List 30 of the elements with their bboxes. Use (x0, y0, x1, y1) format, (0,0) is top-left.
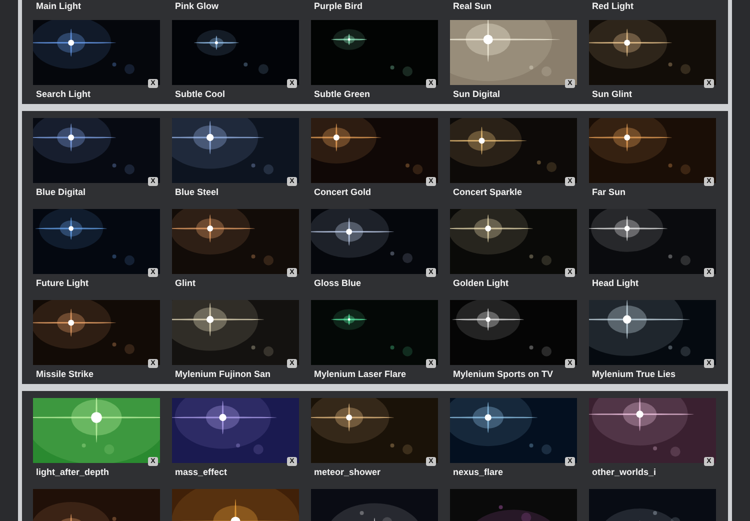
preset-name: Head Light (591, 277, 640, 290)
preset-name: Pink Glow (174, 0, 220, 12)
preset-name: Main Light (35, 0, 82, 12)
preset-name: Gloss Blue (313, 277, 362, 290)
preset-name: Real Sun (452, 0, 493, 12)
preset-name: light_after_depth (35, 466, 110, 479)
preset-name: Mylenium Fujinon San (174, 368, 272, 381)
preset-name: Far Sun (591, 186, 627, 199)
preset-name: nexus_flare (452, 466, 504, 479)
preset-name: meteor_shower (313, 466, 382, 479)
preset-name: Sun Digital (452, 88, 501, 101)
preset-name: Golden Light (452, 277, 510, 290)
preset-name: Blue Digital (35, 186, 87, 199)
preset-name: Sun Glint (591, 88, 633, 101)
preset-name: Glint (174, 277, 196, 290)
preset-name: Future Light (35, 277, 90, 290)
preset-name: Missile Strike (35, 368, 95, 381)
preset-name: other_worlds_i (591, 466, 658, 479)
preset-name: Concert Gold (313, 186, 372, 199)
preset-name: Subtle Cool (174, 88, 226, 101)
preset-name: Subtle Green (313, 88, 372, 101)
preset-name: Concert Sparkle (452, 186, 524, 199)
preset-name: Blue Steel (174, 186, 220, 199)
preset-name: mass_effect (174, 466, 228, 479)
preset-name: Purple Bird (313, 0, 364, 12)
preset-name: Search Light (35, 88, 92, 101)
preset-name: Red Light (591, 0, 634, 12)
preset-name: Mylenium Laser Flare (313, 368, 408, 381)
preset-name: Mylenium True Lies (591, 368, 677, 381)
preset-name: Mylenium Sports on TV (452, 368, 554, 381)
